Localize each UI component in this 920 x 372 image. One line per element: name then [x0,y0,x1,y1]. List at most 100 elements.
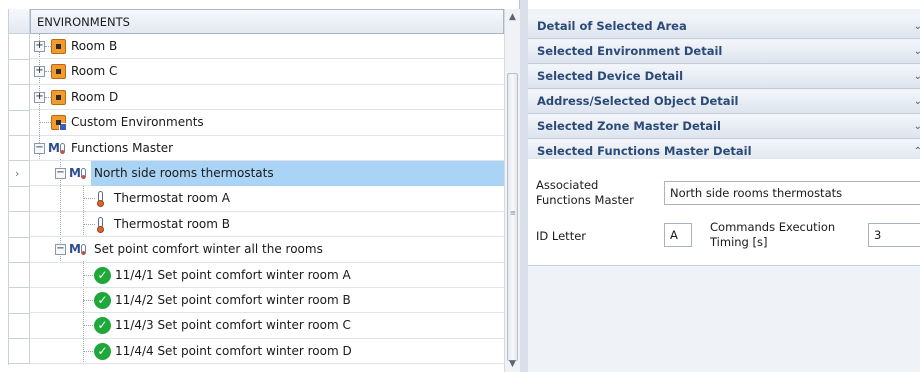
commands-timing-field[interactable]: 3 [868,223,920,247]
id-letter-label: ID Letter [536,229,587,243]
thermostat-icon [97,216,105,233]
functions-master-glyph: M [48,140,60,155]
detail-panel: Detail of Selected Area ⌄ Selected Envir… [528,9,920,372]
row-header[interactable] [9,288,30,314]
chevron-down-icon[interactable]: ⌄ [914,115,920,138]
tree-item-label: North side rooms thermostats [94,166,274,180]
check-icon: ✓ [94,342,111,360]
tree-item-setpoint-all-rooms[interactable]: − M Set point comfort winter all the roo… [30,237,504,263]
tree-item-room-d[interactable]: + Room D [30,85,504,111]
timing-label-line2: Timing [s] [710,235,768,249]
row-header[interactable] [9,237,30,263]
associated-label-line1: Associated [536,178,599,192]
tree-item-label: Room C [71,64,118,79]
tree-item-label: Thermostat room B [114,216,230,231]
functions-master-glyph: M [69,242,81,257]
chevron-down-icon[interactable]: ⌄ [914,90,920,113]
environments-panel: › ENVIRONMENTS + Room B + Room C + Room … [0,0,520,372]
section-detail-selected-area[interactable]: Detail of Selected Area ⌄ [528,15,920,39]
scroll-up-icon[interactable]: ▲ [505,9,520,25]
thermostat-bulb [97,225,104,233]
row-header-selected[interactable]: › [9,161,30,187]
row-header[interactable] [9,212,30,238]
tree-connector [83,223,95,225]
associated-functions-master-field[interactable]: North side rooms thermostats [664,181,920,205]
row-selector-icon: › [15,167,20,181]
chevron-down-icon[interactable]: ⌄ [914,65,920,88]
tree-connector [83,198,95,200]
row-header[interactable] [9,59,30,86]
thermostat-icon [97,191,105,208]
tree-item-label: 11/4/4 Set point comfort winter room D [115,343,352,358]
thermostat-bulb [97,200,104,208]
collapse-icon[interactable]: − [34,142,45,154]
row-header[interactable] [9,339,30,365]
row-header[interactable] [9,186,30,213]
check-icon: ✓ [94,266,111,284]
row-header [9,9,30,35]
tree-item-setpoint-room-b[interactable]: ✓ 11/4/2 Set point comfort winter room B [30,288,504,314]
tree-item-label: 11/4/1 Set point comfort winter room A [115,267,351,282]
section-title: Selected Functions Master Detail [537,144,752,158]
tree-item-label: 11/4/2 Set point comfort winter room B [115,293,351,307]
tree-item-label: Room D [71,89,119,104]
row-header[interactable] [9,262,30,289]
tree-item-thermostat-room-a[interactable]: Thermostat room A [30,186,504,212]
chevron-down-icon[interactable]: ⌄ [914,40,920,63]
tree-item-label: Functions Master [71,140,174,155]
panel-splitter[interactable] [520,0,528,372]
timing-label-line1: Commands Execution [710,220,836,234]
tree-item-label: 11/4/3 Set point comfort winter room C [115,318,351,333]
collapse-icon[interactable]: − [55,168,66,179]
environment-tree: + Room B + Room C + Room D Custom Enviro… [30,34,504,365]
row-header[interactable] [9,85,30,111]
tree-item-custom-environments[interactable]: Custom Environments [30,110,504,136]
thermometer-icon [60,142,65,154]
scroll-down-icon[interactable]: ▼ [505,356,520,372]
tree-item-north-side-thermostats[interactable]: − M North side rooms thermostats [30,161,504,187]
tree-item-label: Custom Environments [71,115,204,130]
section-title: Detail of Selected Area [537,19,687,33]
associated-label-line2: Functions Master [536,193,634,207]
room-icon [51,64,66,80]
row-header[interactable] [9,313,30,340]
row-header-column: › [8,9,30,365]
collapse-icon[interactable]: − [55,244,66,256]
section-device-detail[interactable]: Selected Device Detail ⌄ [528,65,920,89]
functions-master-icon: M [48,140,68,157]
section-zone-master-detail[interactable]: Selected Zone Master Detail ⌄ [528,115,920,139]
row-header[interactable] [9,34,30,60]
expand-icon[interactable]: + [34,41,45,52]
section-environment-detail[interactable]: Selected Environment Detail ⌄ [528,40,920,64]
check-icon: ✓ [94,292,111,309]
tree-item-setpoint-room-c[interactable]: ✓ 11/4/3 Set point comfort winter room C [30,313,504,339]
tree-item-room-b[interactable]: + Room B [30,34,504,60]
tree-item-functions-master[interactable]: − M Functions Master [30,136,504,161]
section-address-object-detail[interactable]: Address/Selected Object Detail ⌄ [528,90,920,114]
row-header[interactable] [9,110,30,136]
check-icon: ✓ [94,317,111,335]
tree-item-setpoint-room-a[interactable]: ✓ 11/4/1 Set point comfort winter room A [30,263,504,288]
section-title: Selected Device Detail [537,69,684,83]
tree-column-header[interactable]: ENVIRONMENTS [30,9,504,34]
tree-item-setpoint-room-d[interactable]: ✓ 11/4/4 Set point comfort winter room D [30,339,504,365]
tree-item-thermostat-room-b[interactable]: Thermostat room B [30,212,504,238]
expand-icon[interactable]: + [34,66,45,78]
tree-vertical-scrollbar[interactable]: ▲ ≡ ▼ [504,9,520,372]
functions-master-detail-body: Associated Functions Master North side r… [528,159,920,266]
scrollbar-thumb[interactable]: ≡ [507,73,518,361]
tree-item-label: Set point comfort winter all the rooms [94,242,323,257]
room-icon [51,89,66,105]
chevron-down-icon[interactable]: ⌄ [914,15,920,38]
id-letter-field[interactable]: A [664,223,692,247]
section-title: Selected Zone Master Detail [537,119,721,133]
row-header[interactable] [9,135,30,162]
functions-master-icon: M [69,241,89,258]
tree-item-label: Room B [71,39,118,53]
thermometer-icon [81,244,86,256]
expand-icon[interactable]: + [34,91,45,103]
thermometer-icon [81,168,86,179]
custom-environment-icon [51,115,67,132]
functions-master-glyph: M [69,166,81,180]
tree-item-room-c[interactable]: + Room C [30,59,504,85]
